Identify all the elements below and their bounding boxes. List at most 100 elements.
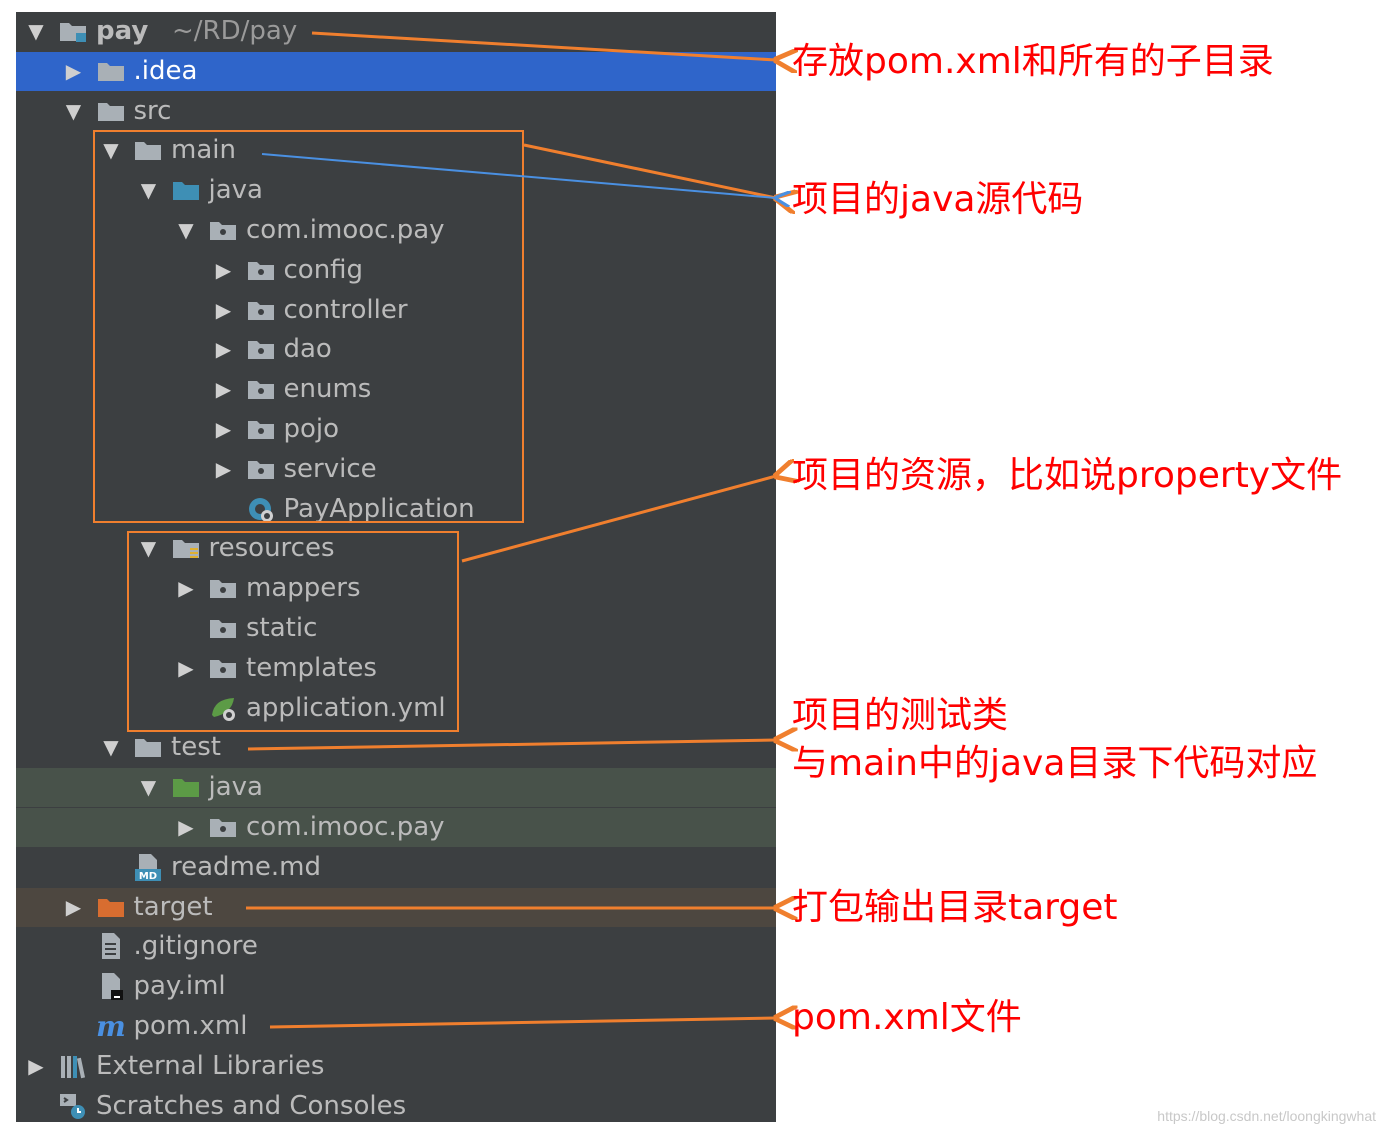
tree-label: enums [283,374,372,405]
tree-label: resources [208,533,335,564]
tree-label: .idea [133,55,198,86]
tree-label: controller [283,294,408,325]
spring-boot-class-icon [246,494,276,524]
tree-label: templates [246,652,377,683]
spring-config-icon [208,693,238,723]
expand-arrow-icon[interactable]: ▶ [212,450,236,489]
tree-label: mappers [246,573,361,604]
expand-arrow-icon[interactable]: ▶ [174,808,198,847]
tree-row-folder-main[interactable]: ▼ main [16,131,776,170]
pom-annotation: pom.xml文件 [792,997,1022,1038]
tree-label: PayApplication [283,493,475,524]
tree-row-package-controller[interactable]: ▶ controller [16,291,776,330]
collapse-arrow-icon[interactable]: ▼ [99,131,123,170]
java-source-annotation: 项目的java源代码 [792,179,1084,220]
tree-row-folder-main-java[interactable]: ▼ java [16,171,776,210]
expand-arrow-icon[interactable]: ▶ [212,330,236,369]
package-icon [246,374,276,404]
tree-row-project-root-pay[interactable]: ▼ pay ~/RD/pay [16,12,776,51]
expand-arrow-icon[interactable]: ▶ [174,649,198,688]
tree-row-folder-target[interactable]: ▶ target [16,887,776,927]
tree-row-folder-src[interactable]: ▼ src [16,92,776,131]
collapse-arrow-icon[interactable]: ▼ [137,529,161,568]
tree-row-package-service[interactable]: ▶ service [16,450,776,489]
folder-icon [96,96,126,126]
iml-file-icon [96,971,126,1001]
project-path: ~/RD/pay [172,16,298,46]
tree-row-package-config[interactable]: ▶ config [16,251,776,290]
package-icon [246,334,276,364]
target-annotation: 打包输出目录target [792,887,1118,928]
package-icon [208,812,238,842]
maven-icon: m [96,1010,126,1043]
tree-label: com.imooc.pay [246,215,445,245]
source-folder-icon [171,175,201,205]
folder-icon [133,135,163,165]
tree-row-file-gitignore[interactable]: .gitignore [16,927,776,966]
root-annotation: 存放pom.xml和所有的子目录 [792,41,1274,82]
tree-row-folder-resources[interactable]: ▼ resources [16,529,776,568]
package-icon [246,454,276,484]
package-icon [246,295,276,325]
tree-row-folder-templates[interactable]: ▶ templates [16,649,776,688]
tree-label: static [246,613,318,643]
test-annotation-line2: 与main中的java目录下代码对应 [792,743,1318,784]
markdown-file-icon: MD [133,852,163,882]
tree-label: service [283,453,377,484]
scratches-icon [58,1091,88,1121]
tree-label: readme.md [171,851,321,882]
folder-icon [96,56,126,86]
tree-row-package-test-com-imooc-pay[interactable]: ▶ com.imooc.pay [16,808,776,847]
tree-label: target [133,891,213,922]
tree-label: test [171,732,221,763]
tree-row-file-application-yml[interactable]: application.yml [16,689,776,728]
expand-arrow-icon[interactable]: ▶ [62,52,86,91]
tree-label: .gitignore [133,931,258,962]
tree-row-package-com-imooc-pay[interactable]: ▼ com.imooc.pay [16,211,776,250]
collapse-arrow-icon[interactable]: ▼ [174,211,198,250]
tree-label: External Libraries [96,1050,325,1081]
tree-row-package-enums[interactable]: ▶ enums [16,370,776,409]
expand-arrow-icon[interactable]: ▶ [212,251,236,290]
tree-label: com.imooc.pay [246,812,445,842]
tree-row-file-pay-iml[interactable]: pay.iml [16,967,776,1006]
svg-text:MD: MD [139,871,157,882]
expand-arrow-icon[interactable]: ▶ [174,569,198,608]
tree-row-folder-idea[interactable]: ▶ .idea [16,51,776,91]
package-icon [208,613,238,643]
collapse-arrow-icon[interactable]: ▼ [137,171,161,210]
collapse-arrow-icon[interactable]: ▼ [62,92,86,131]
resources-folder-icon [171,533,201,563]
expand-arrow-icon[interactable]: ▶ [24,1047,48,1086]
expand-arrow-icon[interactable]: ▶ [212,370,236,409]
tree-row-file-pom-xml[interactable]: m pom.xml [16,1007,776,1046]
collapse-arrow-icon[interactable]: ▼ [99,728,123,767]
resources-annotation: 项目的资源，比如说property文件 [792,455,1343,496]
module-folder-icon [58,16,88,46]
tree-row-node-external-libraries[interactable]: ▶ External Libraries [16,1047,776,1086]
expand-arrow-icon[interactable]: ▶ [212,291,236,330]
package-icon [208,215,238,245]
watermark: https://blog.csdn.net/loongkingwhat [1157,1108,1376,1124]
tree-label: pojo [283,414,340,444]
tree-row-folder-static[interactable]: static [16,609,776,648]
tree-row-folder-mappers[interactable]: ▶ mappers [16,569,776,608]
tree-row-package-pojo[interactable]: ▶ pojo [16,410,776,449]
tree-row-file-pay-application[interactable]: PayApplication [16,490,776,529]
text-file-icon [96,931,126,961]
expand-arrow-icon[interactable]: ▶ [212,410,236,449]
tree-label: java [208,175,263,206]
tree-label: pom.xml [133,1011,248,1041]
tree-label: main [171,135,236,166]
tree-label: config [283,254,364,285]
tree-label: application.yml [246,692,446,723]
collapse-arrow-icon[interactable]: ▼ [137,768,161,807]
tree-row-folder-test[interactable]: ▼ test [16,728,776,767]
collapse-arrow-icon[interactable]: ▼ [24,12,48,51]
tree-row-folder-test-java[interactable]: ▼ java [16,768,776,808]
tree-row-node-scratches-consoles[interactable]: Scratches and Consoles [16,1087,776,1122]
tree-row-file-readme-md[interactable]: MD readme.md [16,848,776,887]
package-icon [246,414,276,444]
expand-arrow-icon[interactable]: ▶ [62,888,86,927]
tree-row-package-dao[interactable]: ▶ dao [16,330,776,369]
